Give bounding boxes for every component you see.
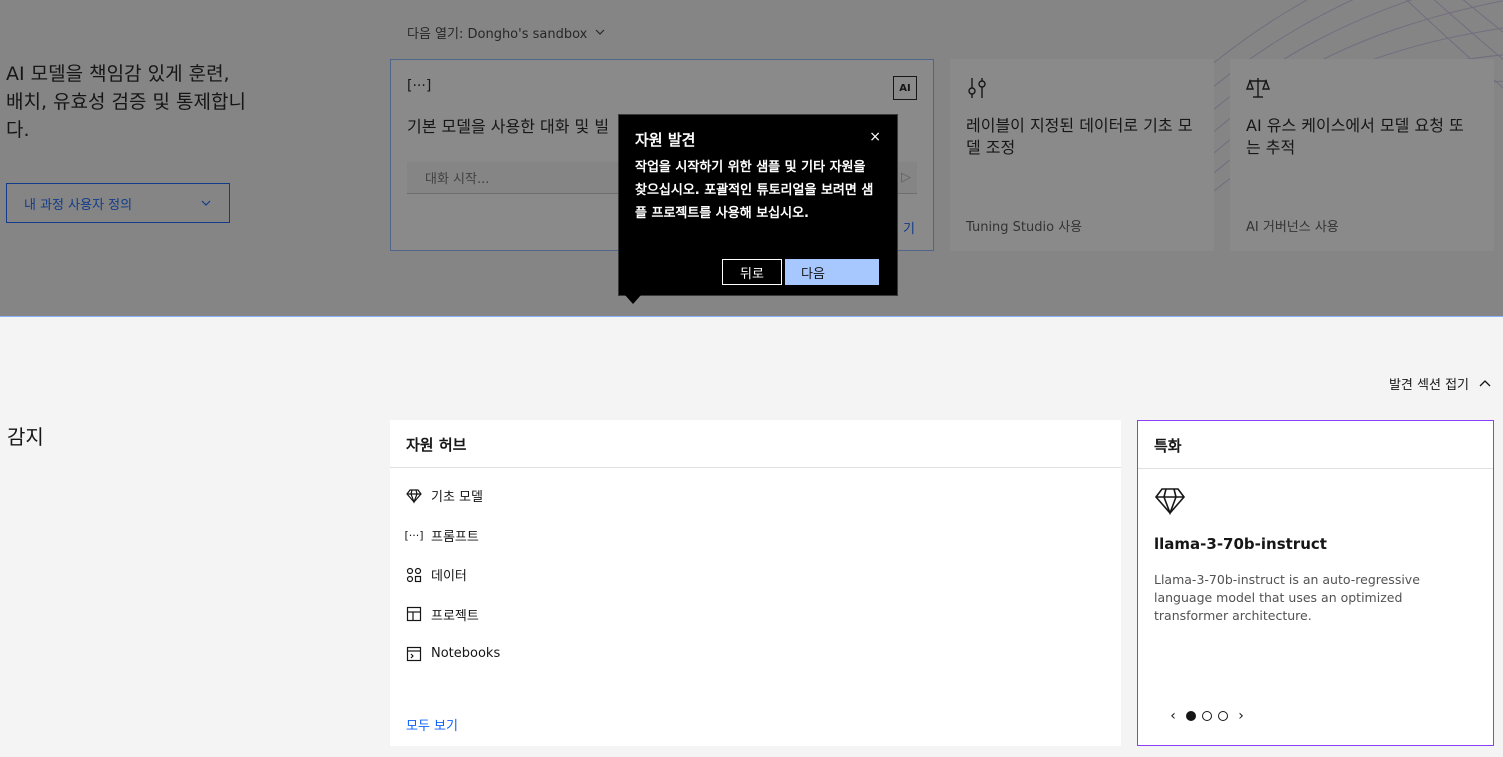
scale-balance-icon	[1246, 78, 1270, 98]
ai-badge-icon: AI	[893, 76, 917, 100]
send-icon[interactable]: ▷	[901, 170, 911, 185]
diamond-icon	[406, 489, 422, 504]
hub-item-label: 기초 모델	[431, 490, 483, 506]
carousel-prev-icon[interactable]: ‹	[1166, 708, 1180, 724]
chat-card-link[interactable]: 기	[903, 218, 915, 237]
carousel-dot[interactable]	[1202, 711, 1212, 721]
workspace-label: 다음 열기: Dongho's sandbox	[407, 26, 588, 42]
featured-panel: 특화 llama-3-70b-instruct Llama-3-70b-inst…	[1137, 420, 1494, 746]
chevron-down-icon	[595, 29, 605, 35]
governance-card-title: AI 유스 케이스에서 모델 요청 또는 추적	[1246, 116, 1464, 157]
resource-hub-title: 자원 허브	[390, 420, 1121, 468]
carousel-dot[interactable]	[1218, 711, 1228, 721]
collapse-discover-button[interactable]: 발견 섹션 접기	[1389, 374, 1491, 393]
hub-item-label: 데이터	[431, 569, 467, 585]
tour-popover: 자원 발견 × 작업을 시작하기 위한 샘플 및 기타 자원을 찾으십시오. 포…	[618, 114, 898, 304]
customize-journey-label: 내 과정 사용자 정의	[24, 197, 133, 213]
tuning-studio-card[interactable]: 레이블이 지정된 데이터로 기초 모델 조정 Tuning Studio 사용	[950, 59, 1214, 251]
hub-item-prompts[interactable]: [···] 프롬프트	[390, 516, 1121, 556]
popover-caret	[625, 295, 641, 304]
ai-governance-card[interactable]: AI 유스 케이스에서 모델 요청 또는 추적 AI 거버넌스 사용	[1230, 59, 1494, 251]
next-button[interactable]: 다음	[785, 259, 879, 285]
prompt-brackets-icon: [···]	[407, 78, 432, 94]
discover-section-title: 감지	[7, 425, 44, 449]
diamond-icon	[1154, 488, 1186, 515]
resource-hub-panel: 자원 허브 기초 모델 [···] 프롬프트 데이터 프로젝트 Notebook…	[390, 420, 1121, 746]
intro-text: AI 모델을 책임감 있게 훈련, 배치, 유효성 검증 및 통제합니다.	[6, 63, 246, 141]
hub-item-data[interactable]: 데이터	[390, 555, 1121, 595]
hub-item-label: 프로젝트	[431, 608, 479, 624]
carousel-dot[interactable]	[1186, 711, 1196, 721]
tuning-card-title: 레이블이 지정된 데이터로 기초 모델 조정	[966, 116, 1193, 157]
customize-journey-button[interactable]: 내 과정 사용자 정의	[6, 183, 230, 223]
governance-card-footer: AI 거버넌스 사용	[1246, 220, 1339, 235]
popover-body: 작업을 시작하기 위한 샘플 및 기타 자원을 찾으십시오. 포괄적인 튜토리얼…	[635, 160, 874, 221]
tour-highlight-border	[0, 316, 1503, 317]
hub-item-notebooks[interactable]: Notebooks	[390, 634, 1121, 674]
chevron-down-icon	[201, 200, 211, 206]
close-icon[interactable]: ×	[869, 129, 881, 145]
hub-item-foundation-models[interactable]: 기초 모델	[390, 476, 1121, 516]
carousel-next-icon[interactable]: ›	[1234, 708, 1248, 724]
tuning-sliders-icon	[968, 78, 986, 98]
chevron-up-icon	[1479, 379, 1491, 386]
workspace-selector[interactable]: 다음 열기: Dongho's sandbox	[407, 22, 605, 42]
prompt-brackets-icon: [···]	[404, 528, 424, 542]
back-button[interactable]: 뒤로	[722, 259, 782, 285]
featured-title: 특화	[1138, 421, 1493, 469]
featured-model-description: Llama-3-70b-instruct is an auto-regressi…	[1154, 572, 1420, 623]
tuning-card-footer: Tuning Studio 사용	[966, 220, 1083, 235]
carousel-nav: ‹ ›	[1166, 708, 1248, 724]
hub-item-label: 프롬프트	[431, 529, 479, 545]
popover-title: 자원 발견	[635, 131, 696, 149]
project-icon	[406, 607, 422, 622]
hub-item-label: Notebooks	[431, 646, 501, 662]
resource-hub-list: 기초 모델 [···] 프롬프트 데이터 프로젝트 Notebooks	[390, 468, 1121, 674]
notebook-icon	[406, 646, 422, 661]
hub-item-projects[interactable]: 프로젝트	[390, 595, 1121, 635]
data-icon	[406, 567, 422, 582]
view-all-link[interactable]: 모두 보기	[406, 715, 458, 734]
featured-model-name[interactable]: llama-3-70b-instruct	[1154, 535, 1327, 553]
collapse-discover-label: 발견 섹션 접기	[1388, 378, 1469, 393]
